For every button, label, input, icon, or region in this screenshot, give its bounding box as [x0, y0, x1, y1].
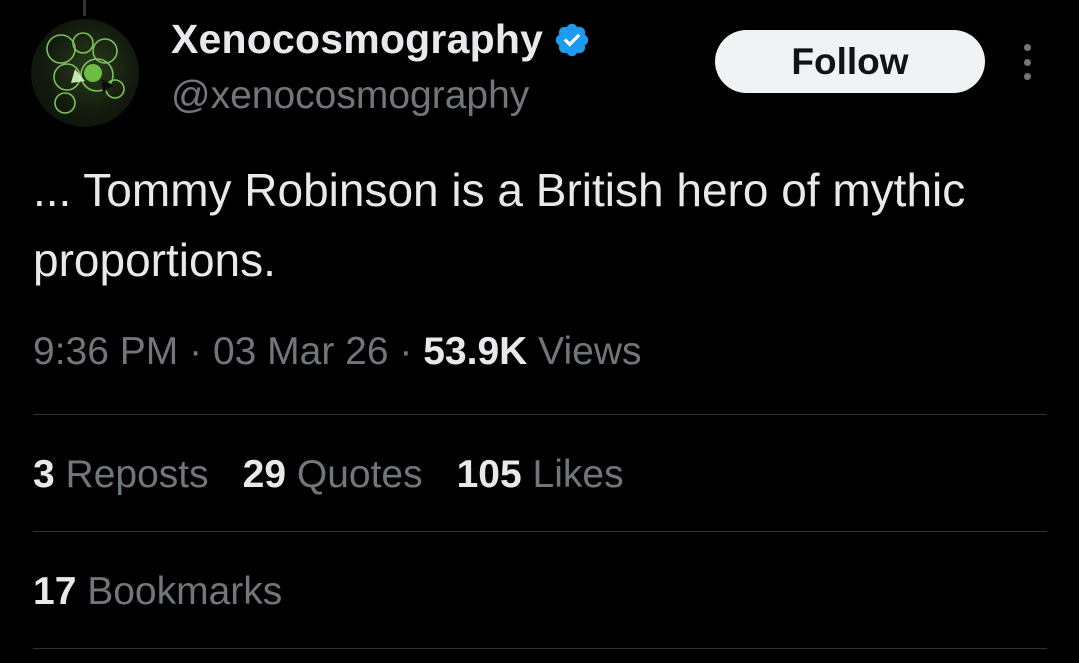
likes-count: 105	[456, 453, 522, 496]
quotes-count: 29	[242, 453, 287, 496]
likes-stat[interactable]: 105 Likes	[457, 453, 624, 497]
user-handle[interactable]: @xenocosmography	[171, 74, 529, 118]
more-vertical-icon[interactable]	[1012, 40, 1042, 84]
bookmarks-stat[interactable]: 17 Bookmarks	[33, 570, 282, 614]
user-name-row: Xenocosmography	[171, 16, 591, 63]
reposts-stat[interactable]: 3 Reposts	[33, 453, 209, 497]
bookmarks-count: 17	[33, 570, 77, 613]
thread-connector-line	[83, 0, 86, 16]
divider	[33, 648, 1047, 649]
divider	[33, 414, 1047, 415]
meta-separator: ·	[399, 330, 413, 373]
quotes-stat[interactable]: 29 Quotes	[243, 453, 423, 497]
tweet-date[interactable]: 03 Mar 26	[213, 330, 389, 373]
views-count: 53.9K	[423, 330, 528, 373]
tweet-time[interactable]: 9:36 PM	[33, 330, 178, 373]
views-label: Views	[538, 330, 642, 373]
verified-badge-icon[interactable]	[553, 21, 591, 59]
bookmarks-label: Bookmarks	[87, 570, 283, 613]
display-name[interactable]: Xenocosmography	[171, 16, 543, 63]
more-dot	[1023, 58, 1031, 66]
divider	[33, 531, 1047, 532]
follow-button[interactable]: Follow	[715, 30, 985, 93]
likes-label: Likes	[532, 453, 624, 496]
reposts-label: Reposts	[65, 453, 209, 496]
quotes-label: Quotes	[296, 453, 423, 496]
reposts-count: 3	[33, 453, 55, 496]
avatar[interactable]	[31, 19, 139, 127]
more-dot	[1023, 73, 1031, 80]
avatar-image	[46, 32, 125, 114]
more-dot	[1023, 44, 1031, 51]
engagement-stats: 3 Reposts 29 Quotes 105 Likes	[33, 453, 658, 497]
tweet-text: ... Tommy Robinson is a British hero of …	[33, 164, 966, 286]
meta-separator: ·	[189, 330, 203, 373]
tweet-meta: 9:36 PM · 03 Mar 26 · 53.9K Views	[33, 330, 641, 374]
